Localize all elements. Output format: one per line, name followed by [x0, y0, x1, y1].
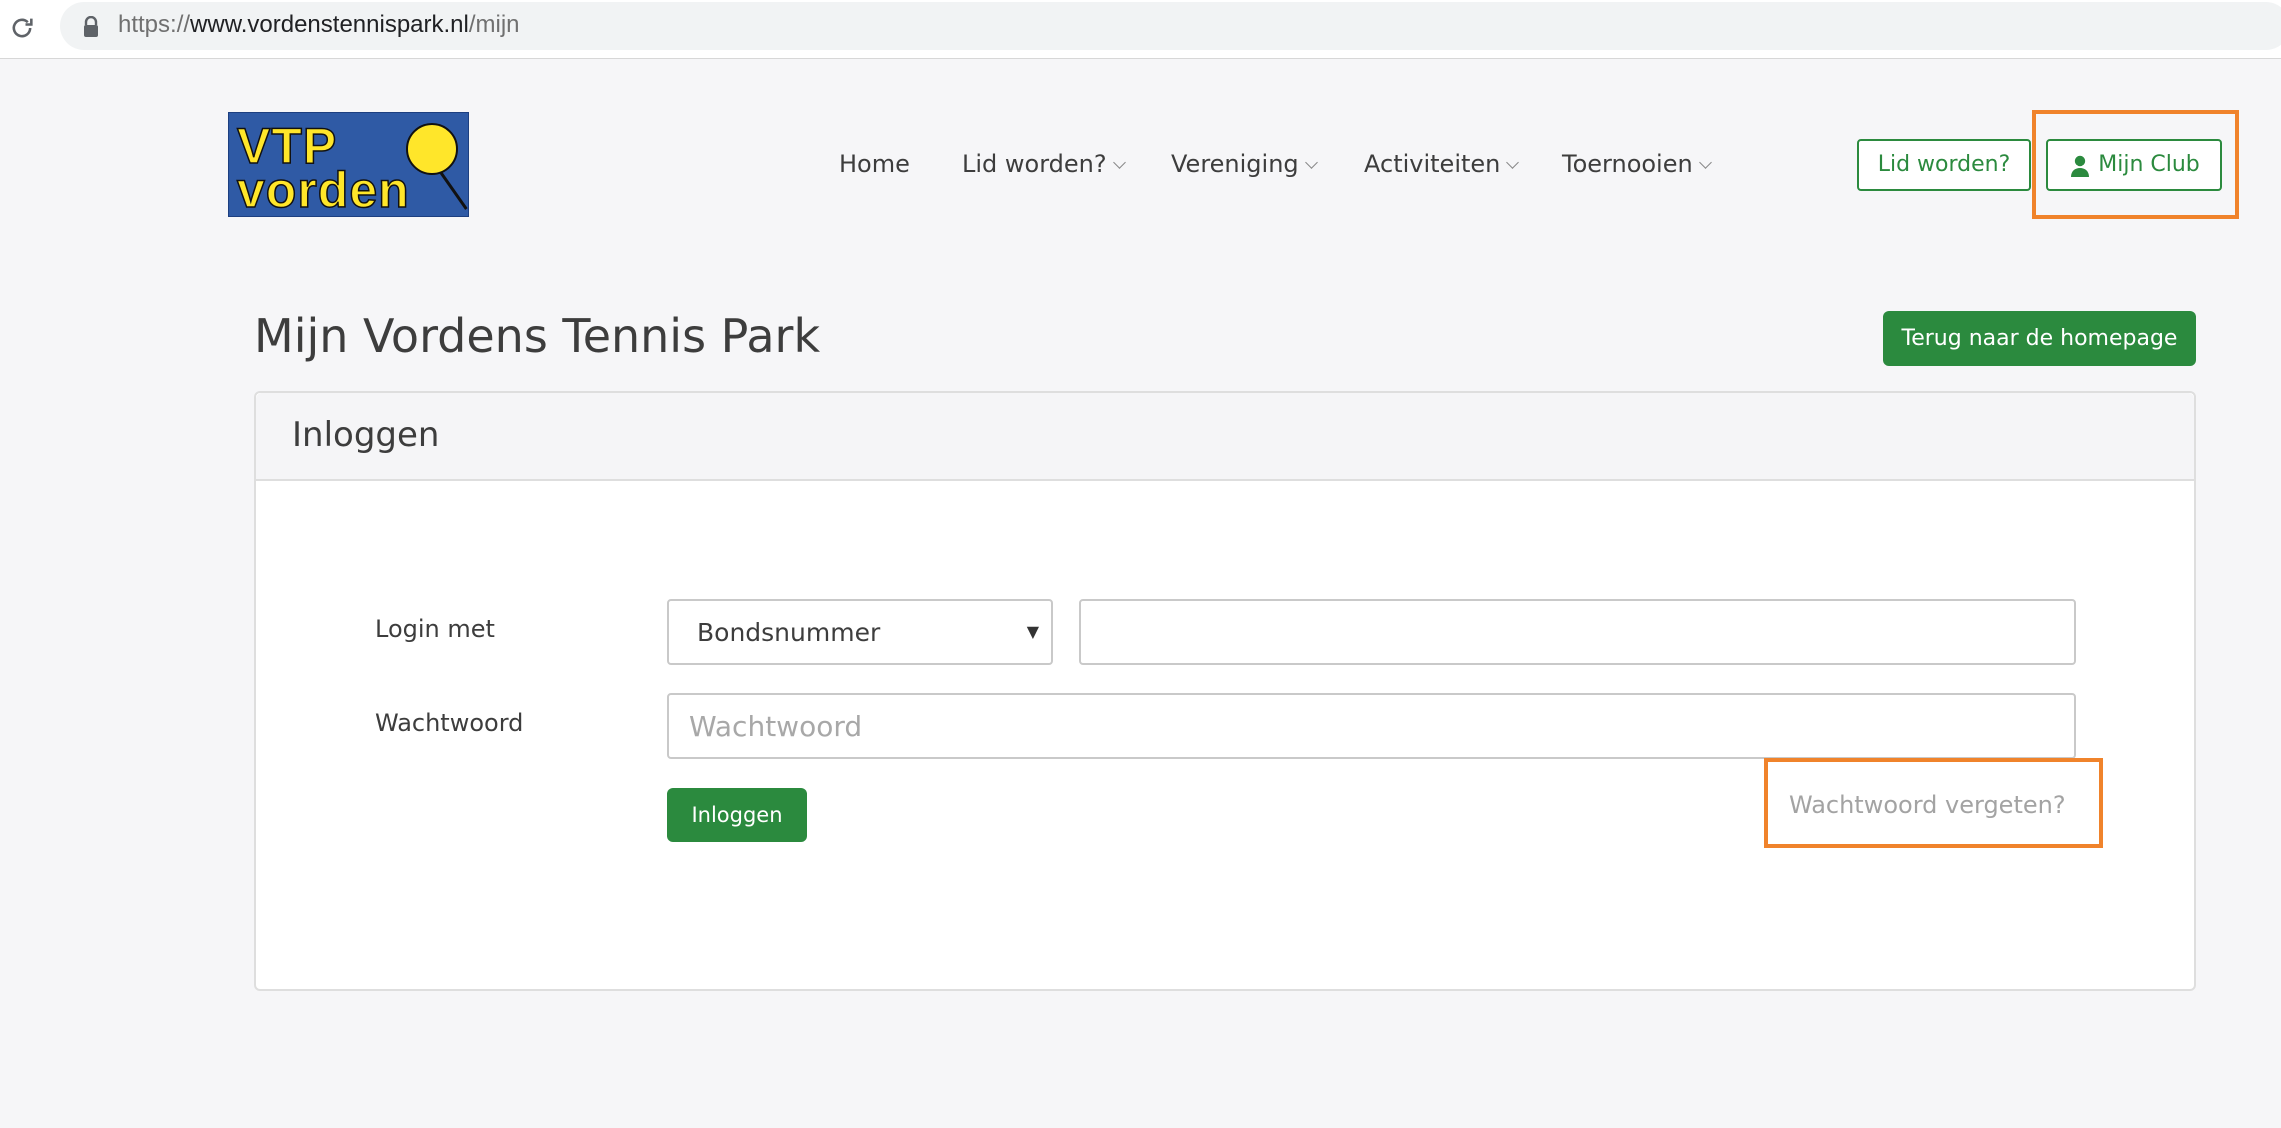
panel-title: Inloggen [292, 415, 440, 455]
nav-item-vereniging[interactable]: Vereniging [1171, 146, 1318, 182]
nav-item-toernooien[interactable]: Toernooien [1562, 146, 1712, 182]
mijn-club-label: Mijn Club [2098, 152, 2200, 177]
nav-item-label: Vereniging [1171, 150, 1299, 178]
logo-text-line-2: vorden [236, 161, 410, 217]
url-path: /mijn [468, 11, 520, 38]
nav-item-activiteiten[interactable]: Activiteiten [1364, 146, 1520, 182]
forgot-password-link[interactable]: Wachtwoord vergeten? [1789, 789, 2066, 821]
nav-item-label: Lid worden? [962, 150, 1107, 178]
caret-down-icon: ▼ [1026, 622, 1039, 641]
nav-item-label: Home [839, 150, 910, 178]
nav-item-home[interactable]: Home [839, 146, 910, 182]
lid-worden-button[interactable]: Lid worden? [1857, 139, 2031, 191]
password-label: Wachtwoord [375, 709, 524, 737]
login-panel: Inloggen [254, 391, 2196, 991]
back-to-homepage-button[interactable]: Terug naar de homepage [1883, 311, 2196, 366]
chevron-down-icon [1698, 156, 1712, 169]
nav-item-label: Activiteiten [1364, 150, 1501, 178]
racket-icon [439, 164, 468, 210]
browser-toolbar: https://www.vordenstennispark.nl/mijn [0, 0, 2281, 59]
chevron-down-icon [1506, 156, 1520, 169]
chevron-down-icon [1112, 156, 1126, 169]
mijn-club-button[interactable]: Mijn Club [2046, 139, 2222, 191]
vtp-vorden-logo[interactable]: VTP vorden [228, 112, 469, 217]
user-icon [2071, 155, 2089, 177]
login-method-selected: Bondsnummer [697, 618, 881, 647]
login-method-select[interactable]: Bondsnummer ▼ [667, 599, 1053, 665]
reload-icon[interactable] [8, 14, 36, 42]
nav-item-lid-worden[interactable]: Lid worden? [962, 146, 1126, 182]
address-url[interactable]: https://www.vordenstennispark.nl/mijn [118, 10, 520, 40]
password-input[interactable] [667, 693, 2076, 759]
login-button[interactable]: Inloggen [667, 788, 807, 842]
chevron-down-icon [1304, 156, 1318, 169]
url-protocol: https:// [118, 11, 191, 38]
login-method-label: Login met [375, 615, 495, 643]
login-id-input[interactable] [1079, 599, 2076, 665]
nav-item-label: Toernooien [1562, 150, 1693, 178]
lock-icon[interactable] [82, 16, 100, 38]
page-title: Mijn Vordens Tennis Park [254, 309, 821, 363]
url-host: www.vordenstennispark.nl [190, 11, 469, 38]
panel-header: Inloggen [256, 393, 2194, 481]
